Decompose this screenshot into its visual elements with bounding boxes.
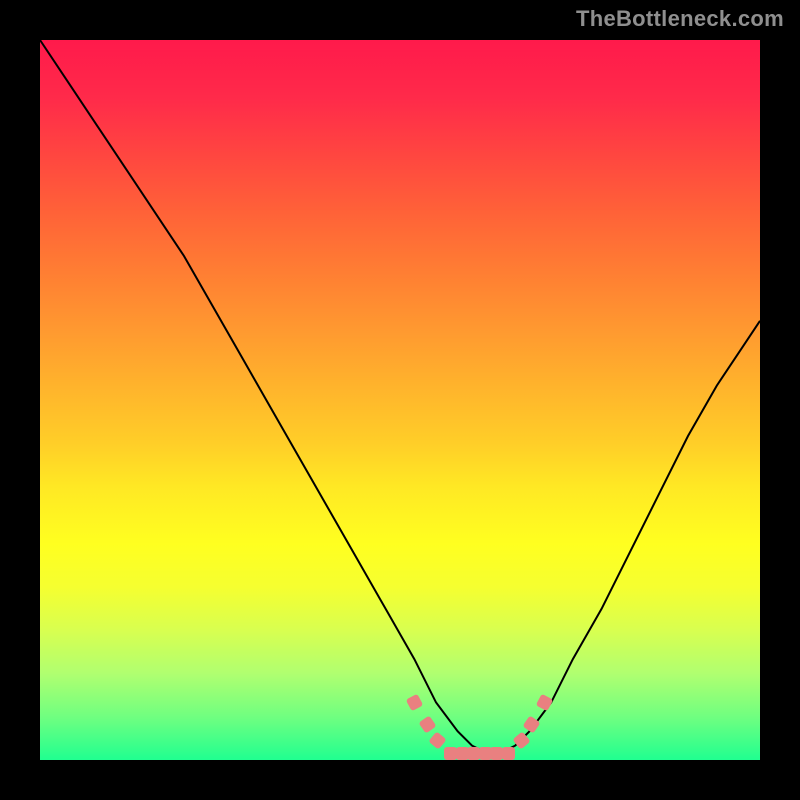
chart-container: TheBottleneck.com bbox=[0, 0, 800, 800]
bottleneck-curve bbox=[40, 40, 760, 760]
curve-line bbox=[40, 40, 760, 753]
plot-area bbox=[40, 40, 760, 760]
watermark-text: TheBottleneck.com bbox=[576, 6, 784, 32]
